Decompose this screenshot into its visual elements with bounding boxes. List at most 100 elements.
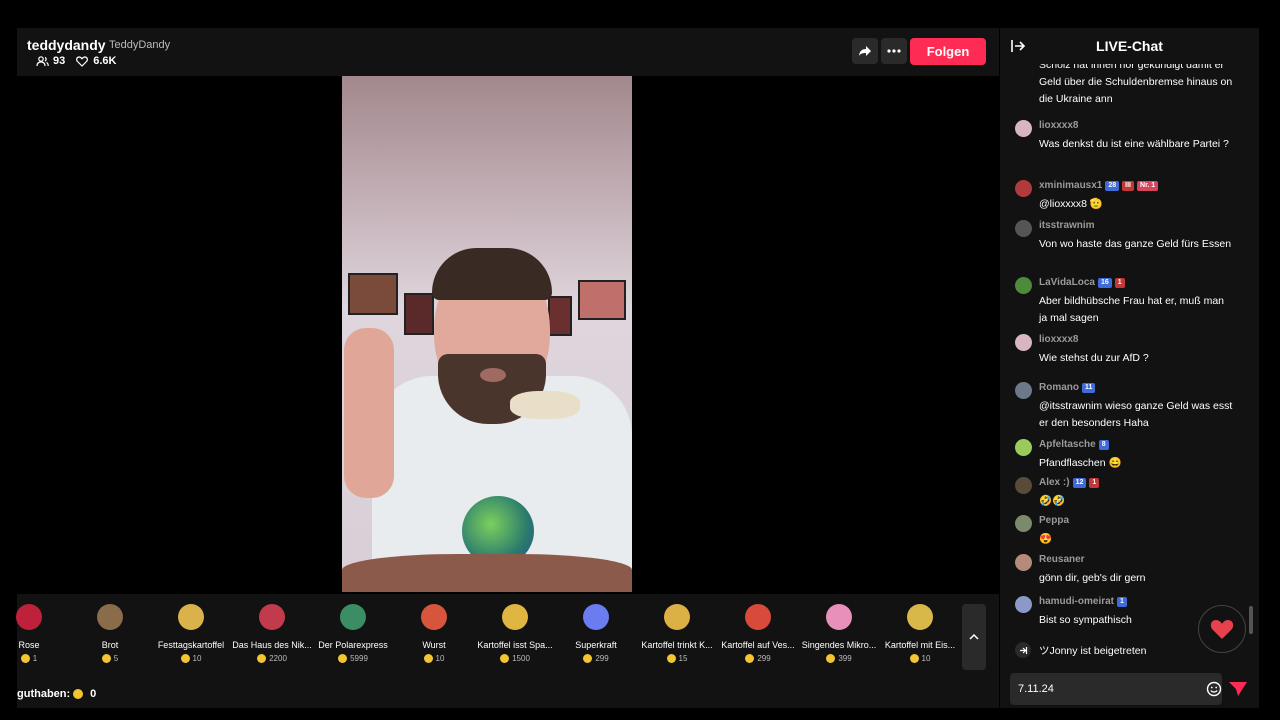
gift-price: 10 [393, 654, 475, 663]
chat-username[interactable]: Romano [1039, 382, 1079, 393]
person-hand [344, 328, 394, 498]
user-avatar[interactable] [1015, 596, 1032, 613]
user-badge: 16 [1097, 277, 1112, 288]
user-badge: 1 [1117, 596, 1127, 607]
microphone-icon [826, 604, 852, 630]
gift-price: 10 [879, 654, 961, 663]
chat-header: LIVE-Chat [1000, 28, 1259, 64]
chat-username[interactable]: lioxxxx8 [1039, 334, 1078, 345]
user-avatar[interactable] [1015, 277, 1032, 294]
chat-username[interactable]: hamudi-omeirat [1039, 596, 1114, 607]
streamer-name[interactable]: teddydandy [27, 37, 106, 53]
balance-label: guthaben: [17, 688, 71, 700]
chat-message-text: gönn dir, geb's dir gern [1039, 572, 1146, 584]
hand-icon [583, 604, 609, 630]
user-avatar[interactable] [1015, 334, 1032, 351]
gift-item[interactable]: Wurst 10 [393, 604, 475, 676]
chat-message-text: 🤣🤣 [1039, 495, 1066, 507]
gift-item[interactable]: Singendes Mikro... 399 [798, 604, 880, 676]
user-badge: 12 [1072, 477, 1087, 488]
rose-icon [16, 604, 42, 630]
gift-price-value: 10 [435, 654, 445, 663]
chat-message-text: Aber bildhübsche Frau hat er, muß man ja… [1039, 295, 1225, 324]
more-options-button[interactable] [881, 38, 907, 64]
coin-balance: guthaben: 0 [17, 680, 999, 708]
user-avatar[interactable] [1015, 554, 1032, 571]
gift-name: Rose [18, 640, 40, 650]
gift-item[interactable]: Kartoffel auf Ves... 299 [717, 604, 799, 676]
gift-price: 5999 [312, 654, 394, 663]
chat-message-text: Was denkst du ist eine wählbare Partei ? [1039, 138, 1229, 150]
stream-stats: 93 6.6K [35, 55, 117, 67]
gift-name: Kartoffel isst Spa... [477, 640, 553, 650]
gift-price-value: 5 [113, 654, 119, 663]
chat-message-text: Pfandflaschen 😄 [1039, 457, 1122, 469]
emoji-icon[interactable] [1206, 681, 1222, 697]
video-player[interactable] [17, 76, 999, 594]
gift-price: 1500 [474, 654, 556, 663]
send-icon[interactable] [1228, 680, 1248, 698]
gift-name: Brot [101, 640, 119, 650]
chat-username[interactable]: Alex :) [1039, 477, 1070, 488]
share-button[interactable] [852, 38, 878, 64]
gift-price-value: 399 [838, 654, 852, 663]
follow-button[interactable]: Folgen [910, 38, 986, 65]
gift-item[interactable]: Rose 1 [0, 604, 70, 676]
wall-poster [404, 293, 434, 335]
like-button[interactable] [1198, 605, 1246, 653]
gift-item[interactable]: Kartoffel isst Spa... 1500 [474, 604, 556, 676]
house-icon [259, 604, 285, 630]
user-avatar[interactable] [1015, 180, 1032, 197]
wall-poster [348, 273, 398, 315]
gift-price: 1 [0, 654, 70, 663]
gift-name: Kartoffel trinkt K... [641, 640, 713, 650]
chat-username[interactable]: Reusaner [1039, 554, 1085, 565]
chevron-up-icon [969, 634, 979, 640]
chat-message-list[interactable]: Scholz hat ihnen nor gekündigt damit er … [1000, 64, 1259, 630]
chat-message-text: @itsstrawnim wieso ganze Geld was esst e… [1039, 400, 1233, 429]
stream-header: teddydandy TeddyDandy 93 6.6K Folgen [17, 28, 999, 76]
user-avatar[interactable] [1015, 515, 1032, 532]
gift-price-value: 15 [678, 654, 688, 663]
user-avatar[interactable] [1015, 439, 1032, 456]
coin-icon [180, 654, 190, 663]
gift-price-value: 1500 [512, 654, 530, 663]
gift-name: Singendes Mikro... [801, 640, 877, 650]
gift-item[interactable]: Das Haus des Nik... 2200 [231, 604, 313, 676]
chat-message-text: 😍 [1039, 533, 1053, 545]
coin-icon [826, 654, 836, 663]
coin-icon [500, 654, 510, 663]
chat-scrollbar[interactable] [1249, 606, 1253, 634]
user-avatar[interactable] [1015, 477, 1032, 494]
joined-user[interactable]: ツJonny [1039, 645, 1078, 657]
user-avatar[interactable] [1015, 120, 1032, 137]
gift-item[interactable]: Festtagskartoffel 10 [150, 604, 232, 676]
gift-item[interactable]: Kartoffel mit Eis... 10 [879, 604, 961, 676]
chat-username[interactable]: xminimausx1 [1039, 180, 1102, 191]
chat-username[interactable]: LaVidaLoca [1039, 277, 1095, 288]
person-mouth [480, 368, 506, 382]
gift-item[interactable]: Brot 5 [69, 604, 151, 676]
user-avatar[interactable] [1015, 382, 1032, 399]
chat-username[interactable]: itsstrawnim [1039, 220, 1095, 231]
gift-item[interactable]: Superkraft 299 [555, 604, 637, 676]
coin-icon [257, 654, 267, 663]
chat-username[interactable]: Apfeltasche [1039, 439, 1096, 450]
gift-item[interactable]: Der Polarexpress 5999 [312, 604, 394, 676]
heart-icon [1210, 619, 1234, 639]
viewer-count: 93 [53, 55, 66, 67]
user-avatar[interactable] [1015, 220, 1032, 237]
chat-username[interactable]: lioxxxx8 [1039, 120, 1078, 131]
chat-input[interactable] [1018, 681, 1188, 697]
chat-username[interactable]: Peppa [1039, 515, 1069, 526]
coin-icon [73, 689, 84, 699]
wall-poster [578, 280, 626, 320]
chat-input-box[interactable] [1010, 673, 1222, 705]
bread-icon [97, 604, 123, 630]
user-badge: 1 [1114, 277, 1125, 288]
streamer-handle[interactable]: TeddyDandy [109, 39, 170, 51]
expand-gifts-button[interactable] [962, 604, 986, 670]
chat-message-text: Wie stehst du zur AfD ? [1039, 352, 1149, 364]
gift-item[interactable]: Kartoffel trinkt K... 15 [636, 604, 718, 676]
wall-poster [548, 296, 572, 336]
